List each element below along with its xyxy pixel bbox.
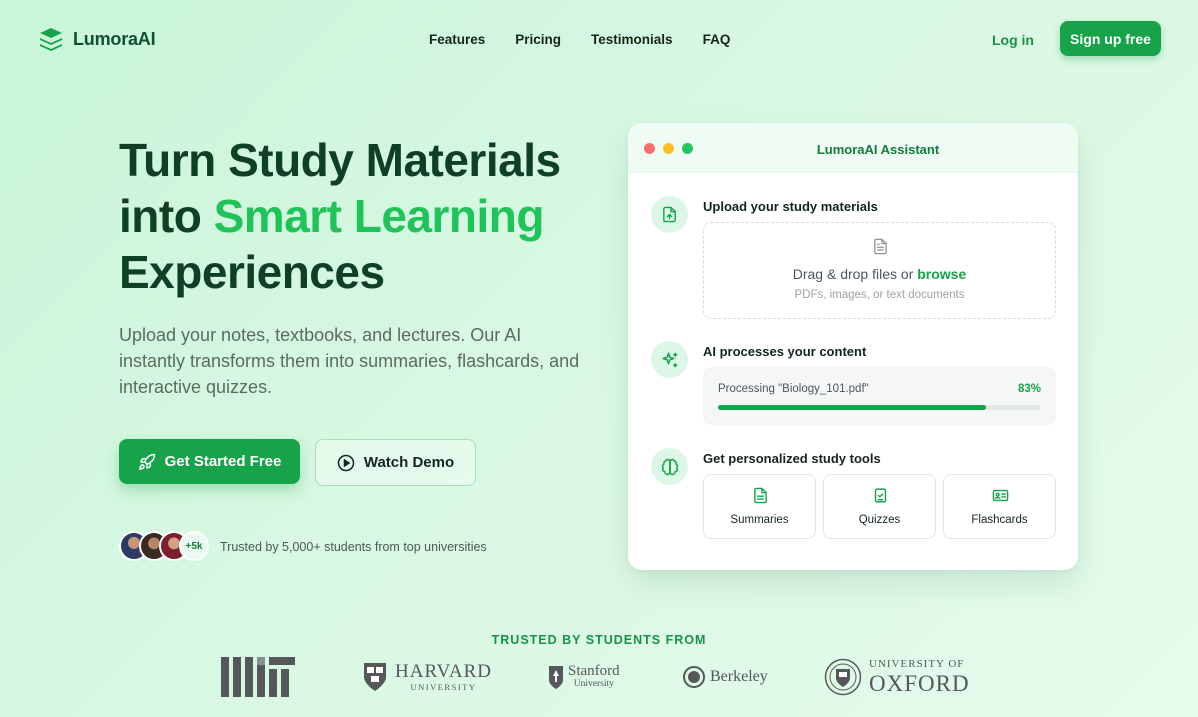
watch-demo-label: Watch Demo	[363, 454, 455, 471]
processing-file-text: Processing "Biology_101.pdf"	[718, 383, 869, 395]
tools-step-label: Get personalized study tools	[703, 451, 881, 466]
oxford-wordmark: OXFORD	[869, 671, 970, 696]
nav-link-faq[interactable]: FAQ	[703, 32, 731, 47]
login-link[interactable]: Log in	[992, 32, 1034, 48]
checklist-icon	[874, 488, 887, 503]
process-step-icon-wrap	[651, 341, 688, 378]
document-icon	[874, 238, 887, 255]
trusted-by-text: Trusted by 5,000+ students from top univ…	[220, 540, 487, 554]
dropzone-main-text: Drag & drop files or	[792, 266, 918, 282]
oxford-logo: UNIVERSITY OF OXFORD	[824, 654, 970, 700]
nav-link-testimonials[interactable]: Testimonials	[591, 32, 673, 47]
tool-summaries[interactable]: Summaries	[703, 474, 816, 539]
signup-button[interactable]: Sign up free	[1060, 21, 1161, 56]
upload-step-label: Upload your study materials	[703, 199, 878, 214]
stanford-logo: Stanford University	[548, 654, 620, 700]
tools-step-icon-wrap	[651, 448, 688, 485]
harvard-subword: UNIVERSITY	[410, 682, 477, 693]
mit-logo	[221, 654, 296, 700]
get-started-button[interactable]: Get Started Free	[119, 439, 300, 484]
brand-name: LumoraAI	[73, 28, 156, 49]
oxford-subword: UNIVERSITY OF	[869, 658, 965, 670]
layers-logo-icon	[40, 28, 62, 51]
sparkles-icon	[662, 352, 677, 367]
hero-title: Turn Study Materials into Smart Learning…	[119, 132, 619, 300]
nav-link-pricing[interactable]: Pricing	[515, 32, 561, 47]
file-dropzone[interactable]: Drag & drop files or browse PDFs, images…	[703, 222, 1056, 319]
hero-title-line3: Experiences	[119, 246, 385, 298]
upload-step-icon-wrap	[651, 196, 688, 233]
rocket-icon	[138, 453, 155, 470]
browse-link[interactable]: browse	[917, 266, 966, 282]
tool-quizzes[interactable]: Quizzes	[823, 474, 936, 539]
berkeley-logo: Berkeley	[683, 654, 768, 700]
assistant-title: LumoraAI Assistant	[816, 142, 940, 157]
brain-icon	[661, 458, 678, 475]
processing-percent: 83%	[1017, 383, 1041, 395]
hero-subtitle: Upload your notes, textbooks, and lectur…	[119, 325, 580, 397]
mit-logo-mark	[221, 657, 295, 697]
harvard-shield-icon	[364, 663, 386, 691]
assistant-card-header: LumoraAI Assistant	[628, 123, 1078, 173]
student-avatars: +5k	[119, 531, 209, 561]
tool-flashcards[interactable]: Flashcards	[943, 474, 1056, 539]
trusted-heading: TRUSTED BY STUDENTS FROM	[491, 633, 707, 647]
document-icon	[754, 487, 767, 504]
watch-demo-button[interactable]: Watch Demo	[315, 439, 476, 486]
progress-bar-track	[718, 405, 1041, 410]
brand-logo[interactable]: LumoraAI	[38, 26, 156, 52]
play-circle-icon	[337, 454, 355, 471]
file-upload-icon	[663, 206, 676, 223]
berkeley-wordmark: Berkeley	[710, 668, 768, 685]
tool-flashcards-label: Flashcards	[971, 514, 1028, 526]
dropzone-hint: PDFs, images, or text documents	[794, 289, 965, 301]
stanford-subword: University	[573, 679, 614, 690]
avatar-more-count: +5k	[179, 531, 209, 561]
hero-title-line2-prefix: into	[119, 190, 214, 242]
harvard-wordmark: HARVARD	[395, 661, 492, 683]
nav-links: Features Pricing Testimonials FAQ	[429, 32, 730, 47]
berkeley-seal-icon	[683, 666, 705, 688]
nav-link-features[interactable]: Features	[429, 32, 485, 47]
top-navigation: LumoraAI Features Pricing Testimonials F…	[0, 0, 1198, 78]
hero-title-line1: Turn Study Materials	[119, 134, 561, 186]
hero-title-accent: Smart Learning	[213, 190, 545, 242]
stanford-tree-icon	[549, 666, 563, 689]
process-step-label: AI processes your content	[703, 344, 867, 359]
card-icon	[992, 489, 1009, 502]
progress-bar-fill	[718, 405, 987, 410]
get-started-label: Get Started Free	[164, 453, 282, 470]
processing-panel: Processing "Biology_101.pdf" 83%	[703, 367, 1056, 425]
dropzone-text: Drag & drop files or browse	[704, 266, 1055, 282]
assistant-card: LumoraAI Assistant Upload your study mat…	[628, 123, 1078, 570]
stanford-wordmark: Stanford	[568, 663, 620, 680]
oxford-crest-icon	[824, 658, 862, 696]
tool-summaries-label: Summaries	[730, 514, 789, 526]
harvard-logo: HARVARD UNIVERSITY	[363, 654, 492, 700]
tool-quizzes-label: Quizzes	[858, 514, 901, 526]
